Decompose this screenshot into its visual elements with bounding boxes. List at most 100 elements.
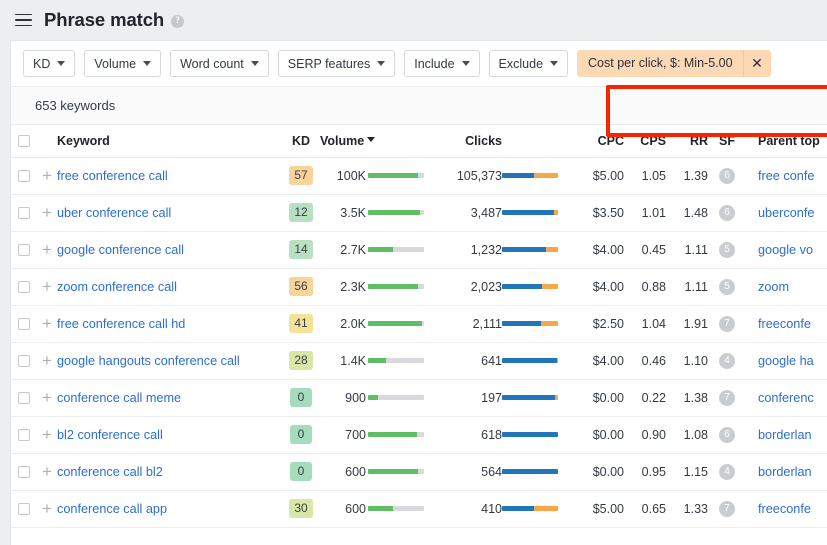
plus-icon[interactable]: + [42,463,52,480]
keyword-link[interactable]: conference call bl2 [57,465,163,479]
clicks-bar-blue [502,247,546,252]
sf-cell: 4 [708,453,746,490]
select-all-checkbox[interactable] [18,135,30,147]
row-checkbox[interactable] [18,466,30,478]
plus-icon[interactable]: + [42,167,52,184]
filter-exclude-label: Exclude [499,57,543,71]
keyword-link[interactable]: uber conference call [57,206,171,220]
cpc-cell: $0.00 [576,379,624,416]
row-expand-cell: + [37,342,57,379]
table-row: +conference call bl20600564$0.000.951.15… [11,453,827,490]
parent-topic-link[interactable]: conferenc [758,391,814,405]
kd-badge: 12 [289,203,312,222]
parent-topic-link[interactable]: google ha [758,354,814,368]
cpc-filter-chip[interactable]: Cost per click, $: Min-5.00 ✕ [577,50,771,77]
column-header-kd[interactable]: KD [282,125,320,157]
keyword-link[interactable]: free conference call hd [57,317,185,331]
row-checkbox[interactable] [18,281,30,293]
clicks-bar-blue [502,284,542,289]
row-checkbox[interactable] [18,244,30,256]
plus-icon[interactable]: + [42,500,52,517]
row-expand-cell: + [37,416,57,453]
column-header-parent-topic[interactable]: Parent top [746,125,827,157]
kd-cell: 41 [282,305,320,342]
plus-icon[interactable]: + [42,315,52,332]
row-checkbox[interactable] [18,318,30,330]
filter-kd-button[interactable]: KD [23,50,75,77]
column-header-volume[interactable]: Volume [320,125,368,157]
parent-topic-link[interactable]: borderlan [758,465,812,479]
plus-icon[interactable]: + [42,278,52,295]
keyword-count-label: 653 keywords [35,98,115,113]
keyword-link[interactable]: conference call meme [57,391,181,405]
column-header-cpc[interactable]: CPC [576,125,624,157]
volume-bar-fill [368,321,422,326]
parent-topic-cell: borderlan [746,453,827,490]
row-checkbox[interactable] [18,207,30,219]
row-checkbox[interactable] [18,170,30,182]
filter-word-count-button[interactable]: Word count [170,50,269,77]
parent-topic-link[interactable]: borderlan [758,428,812,442]
keyword-link[interactable]: conference call app [57,502,167,516]
sf-badge[interactable]: 5 [719,279,735,295]
row-checkbox[interactable] [18,503,30,515]
kd-cell: 14 [282,231,320,268]
filter-serp-features-button[interactable]: SERP features [278,50,395,77]
column-header-sf[interactable]: SF [708,125,746,157]
keyword-cell: conference call bl2 [57,453,282,490]
keyword-link[interactable]: free conference call [57,169,168,183]
clicks-bar-cell [502,231,576,268]
row-checkbox[interactable] [18,429,30,441]
sf-badge[interactable]: 6 [719,168,735,184]
sf-badge[interactable]: 5 [719,242,735,258]
keyword-link[interactable]: google conference call [57,243,184,257]
volume-bar-cell [368,268,436,305]
sf-badge[interactable]: 4 [719,353,735,369]
parent-topic-link[interactable]: uberconfe [758,206,814,220]
sf-badge[interactable]: 7 [719,390,735,406]
parent-topic-link[interactable]: freeconfe [758,502,811,516]
volume-bar-track [368,506,424,511]
sf-badge[interactable]: 7 [719,316,735,332]
cpc-cell: $4.00 [576,231,624,268]
chevron-down-icon [251,61,259,66]
column-header-keyword[interactable]: Keyword [57,125,282,157]
plus-icon[interactable]: + [42,241,52,258]
volume-bar-fill [368,210,420,215]
column-header-cps[interactable]: CPS [624,125,666,157]
table-row: +conference call meme0900197$0.000.221.3… [11,379,827,416]
keyword-link[interactable]: google hangouts conference call [57,354,240,368]
keyword-link[interactable]: bl2 conference call [57,428,163,442]
keyword-link[interactable]: zoom conference call [57,280,177,294]
parent-topic-link[interactable]: zoom [758,280,789,294]
cpc-cell: $5.00 [576,490,624,527]
sf-badge[interactable]: 7 [719,501,735,517]
sf-badge[interactable]: 6 [719,427,735,443]
row-checkbox[interactable] [18,392,30,404]
table-row: +uber conference call123.5K3,487$3.501.0… [11,194,827,231]
plus-icon[interactable]: + [42,204,52,221]
sf-badge[interactable]: 4 [719,464,735,480]
column-header-clicks-bar [502,125,576,157]
help-icon[interactable]: ? [171,15,184,28]
plus-icon[interactable]: + [42,426,52,443]
clicks-bar-orange [541,321,558,326]
plus-icon[interactable]: + [42,352,52,369]
filter-exclude-button[interactable]: Exclude [489,50,568,77]
kd-cell: 0 [282,416,320,453]
parent-topic-link[interactable]: free confe [758,169,814,183]
parent-topic-link[interactable]: google vo [758,243,813,257]
plus-icon[interactable]: + [42,389,52,406]
filter-include-button[interactable]: Include [404,50,479,77]
filter-volume-button[interactable]: Volume [84,50,161,77]
parent-topic-link[interactable]: freeconfe [758,317,811,331]
table-row: +bl2 conference call0700618$0.000.901.08… [11,416,827,453]
row-checkbox[interactable] [18,355,30,367]
hamburger-icon[interactable] [10,7,36,33]
chevron-down-icon [57,61,65,66]
close-icon[interactable]: ✕ [743,50,771,77]
column-header-clicks[interactable]: Clicks [436,125,502,157]
sf-badge[interactable]: 6 [719,205,735,221]
clicks-bar-orange [554,210,558,215]
column-header-rr[interactable]: RR [666,125,708,157]
